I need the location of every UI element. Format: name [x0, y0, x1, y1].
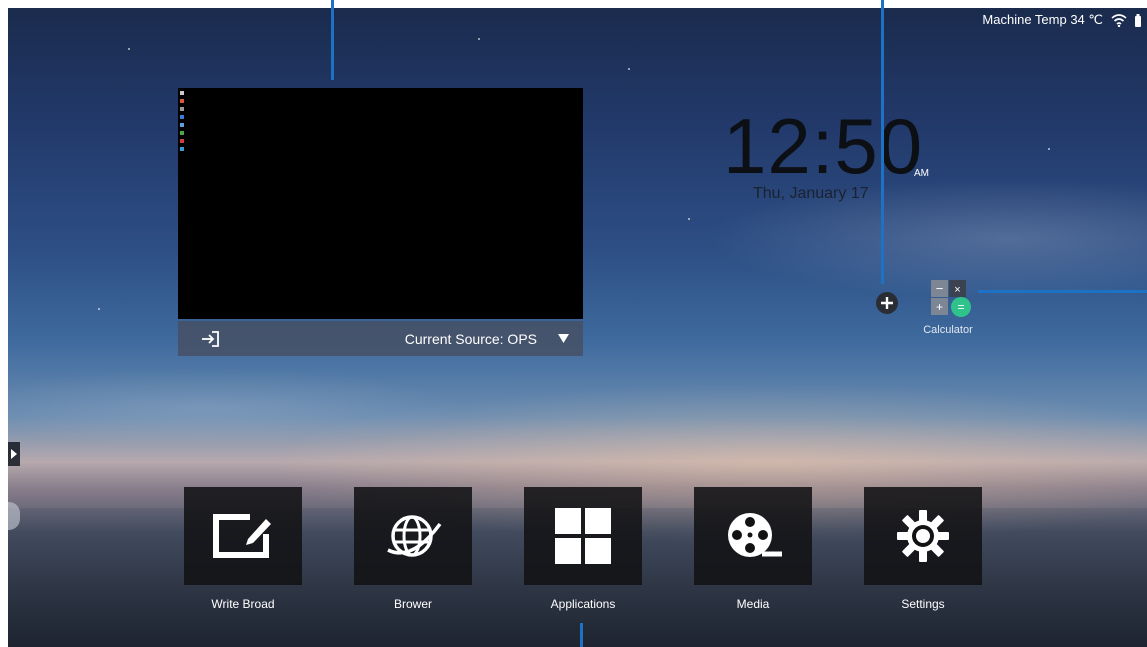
gear-icon: [897, 510, 949, 562]
app-tile[interactable]: [694, 487, 812, 585]
app-tile[interactable]: [354, 487, 472, 585]
guide-line-preview: [331, 0, 334, 80]
app-tile[interactable]: [524, 487, 642, 585]
battery-icon: [1135, 13, 1141, 27]
clock-date: Thu, January 17: [753, 185, 869, 202]
preview-screen[interactable]: [178, 88, 583, 319]
status-bar: Machine Temp 34 ℃: [982, 12, 1141, 28]
globe-icon: [387, 515, 442, 557]
machine-temp-label: Machine Temp 34 ℃: [982, 12, 1103, 27]
calculator-shortcut[interactable]: − × + = Calculator: [908, 280, 988, 340]
app-settings[interactable]: Settings: [864, 487, 982, 627]
calc-minus-symbol: −: [936, 281, 944, 296]
calculator-label: Calculator: [923, 324, 973, 336]
clock-ampm: AM: [914, 168, 929, 179]
plus-circle-icon[interactable]: [875, 291, 899, 315]
side-panel-toggle[interactable]: [8, 442, 20, 466]
app-write-broad[interactable]: Write Broad: [184, 487, 302, 627]
triangle-right-icon: [11, 449, 17, 459]
app-label: Brower: [393, 597, 432, 611]
app-brower[interactable]: Brower: [354, 487, 472, 627]
app-applications[interactable]: Applications: [524, 487, 642, 627]
guide-line-calculator: [978, 290, 1147, 293]
source-preview-window[interactable]: Current Source: OPS: [178, 88, 583, 356]
desktop-screen: Machine Temp 34 ℃ Current Source: OPS 12…: [8, 8, 1147, 647]
triangle-down-icon[interactable]: [558, 334, 569, 343]
calc-plus-symbol: +: [936, 300, 943, 314]
clock-time: 12:50: [723, 102, 924, 190]
whiteboard-pen-icon: [213, 514, 271, 558]
app-label: Applications: [550, 597, 616, 611]
guide-line-applications: [580, 623, 583, 647]
film-reel-icon: [728, 513, 782, 557]
app-label: Media: [736, 597, 770, 611]
app-label: Settings: [901, 597, 945, 611]
enter-source-icon[interactable]: [200, 330, 220, 348]
app-label: Write Broad: [211, 597, 275, 611]
app-media[interactable]: Media: [694, 487, 812, 627]
guide-line-add: [881, 0, 884, 284]
wifi-icon: [1111, 13, 1127, 27]
current-source-label[interactable]: Current Source: OPS: [405, 331, 537, 347]
preview-control-bar: Current Source: OPS: [178, 321, 583, 356]
app-tile[interactable]: [184, 487, 302, 585]
calc-equals-symbol: =: [957, 300, 964, 314]
app-tile[interactable]: [864, 487, 982, 585]
grid-icon: [555, 508, 611, 564]
calculator-icon: − × + =: [931, 280, 971, 317]
calc-times-symbol: ×: [954, 284, 960, 296]
